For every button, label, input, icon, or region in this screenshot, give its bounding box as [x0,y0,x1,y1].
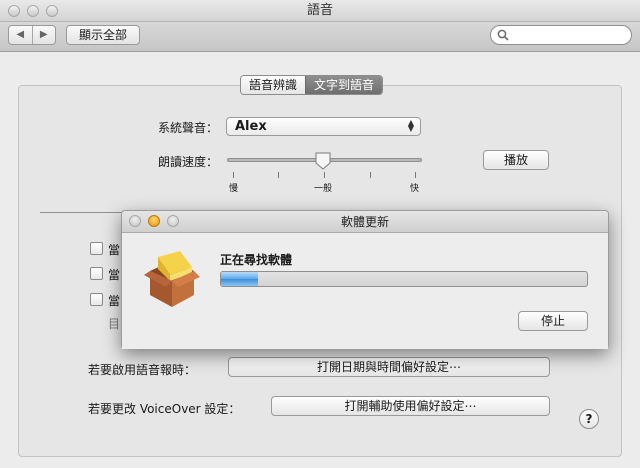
close-window-button[interactable] [8,5,20,17]
speaking-rate-label: 朗讀速度： [158,155,219,169]
search-icon [497,29,509,41]
software-update-dialog: 軟體更新 正在尋找軟體 停止 [121,210,609,349]
stop-button[interactable]: 停止 [518,311,588,331]
rate-slow-label: 慢 [229,184,239,194]
dialog-body: 正在尋找軟體 停止 [122,234,608,349]
rate-tick [278,172,279,178]
forward-arrow-icon[interactable]: ▶ [33,26,56,44]
help-button[interactable]: ? [579,409,599,429]
system-voice-popup[interactable]: Alex ▲ ▼ [226,117,421,136]
open-accessibility-prefs-button[interactable]: 打開輔助使用偏好設定⋯ [271,396,550,416]
option-checkbox-3-label: 當 [108,294,121,308]
tab-bar: 語音辨識 文字到語音 [240,75,384,95]
slider-thumb-icon[interactable] [315,152,331,170]
window-titlebar: 語音 [0,0,640,22]
tab-speech-recognition[interactable]: 語音辨識 [241,76,306,94]
toolbar: ◀ ▶ 顯示全部 [0,22,640,52]
popup-arrows-icon: ▲ ▼ [407,118,414,133]
rate-fast-label: 快 [410,184,420,194]
option-checkbox-1[interactable] [90,242,103,255]
zoom-window-button[interactable] [46,5,58,17]
option-checkbox-2-label: 當 [108,268,121,282]
window-title: 語音 [306,3,333,18]
option-checkbox-1-label: 當 [108,243,121,257]
dialog-minimize-button[interactable] [148,215,160,227]
search-field[interactable] [490,25,632,45]
announce-time-label: 若要啟用語音報時： [88,363,197,377]
play-button[interactable]: 播放 [483,150,549,170]
dialog-titlebar: 軟體更新 [122,211,608,233]
voiceover-label: 若要更改 VoiceOver 設定： [88,402,241,416]
rate-tick [324,172,325,178]
show-all-button[interactable]: 顯示全部 [66,25,140,45]
open-date-time-prefs-button[interactable]: 打開日期與時間偏好設定⋯ [228,357,550,377]
tab-text-to-speech[interactable]: 文字到語音 [305,76,383,94]
back-arrow-icon[interactable]: ◀ [9,26,33,44]
dialog-close-button[interactable] [129,215,141,227]
option-checkbox-2[interactable] [90,267,103,280]
minimize-window-button[interactable] [27,5,39,17]
update-progress-fill [221,272,258,286]
update-progress-bar [220,271,588,287]
option-sub-label: 目 [108,317,121,331]
rate-normal-label: 一般 [314,184,333,194]
rate-tick [370,172,371,178]
system-voice-value: Alex [235,119,267,134]
option-checkbox-3[interactable] [90,293,103,306]
dialog-zoom-button[interactable] [167,215,179,227]
back-forward-control: ◀ ▶ [8,25,56,45]
update-status-text: 正在尋找軟體 [220,253,293,267]
rate-tick [415,172,416,178]
software-package-icon [144,251,200,307]
rate-tick [233,172,234,178]
system-voice-label: 系統聲音： [158,121,219,135]
dialog-title: 軟體更新 [340,215,389,229]
